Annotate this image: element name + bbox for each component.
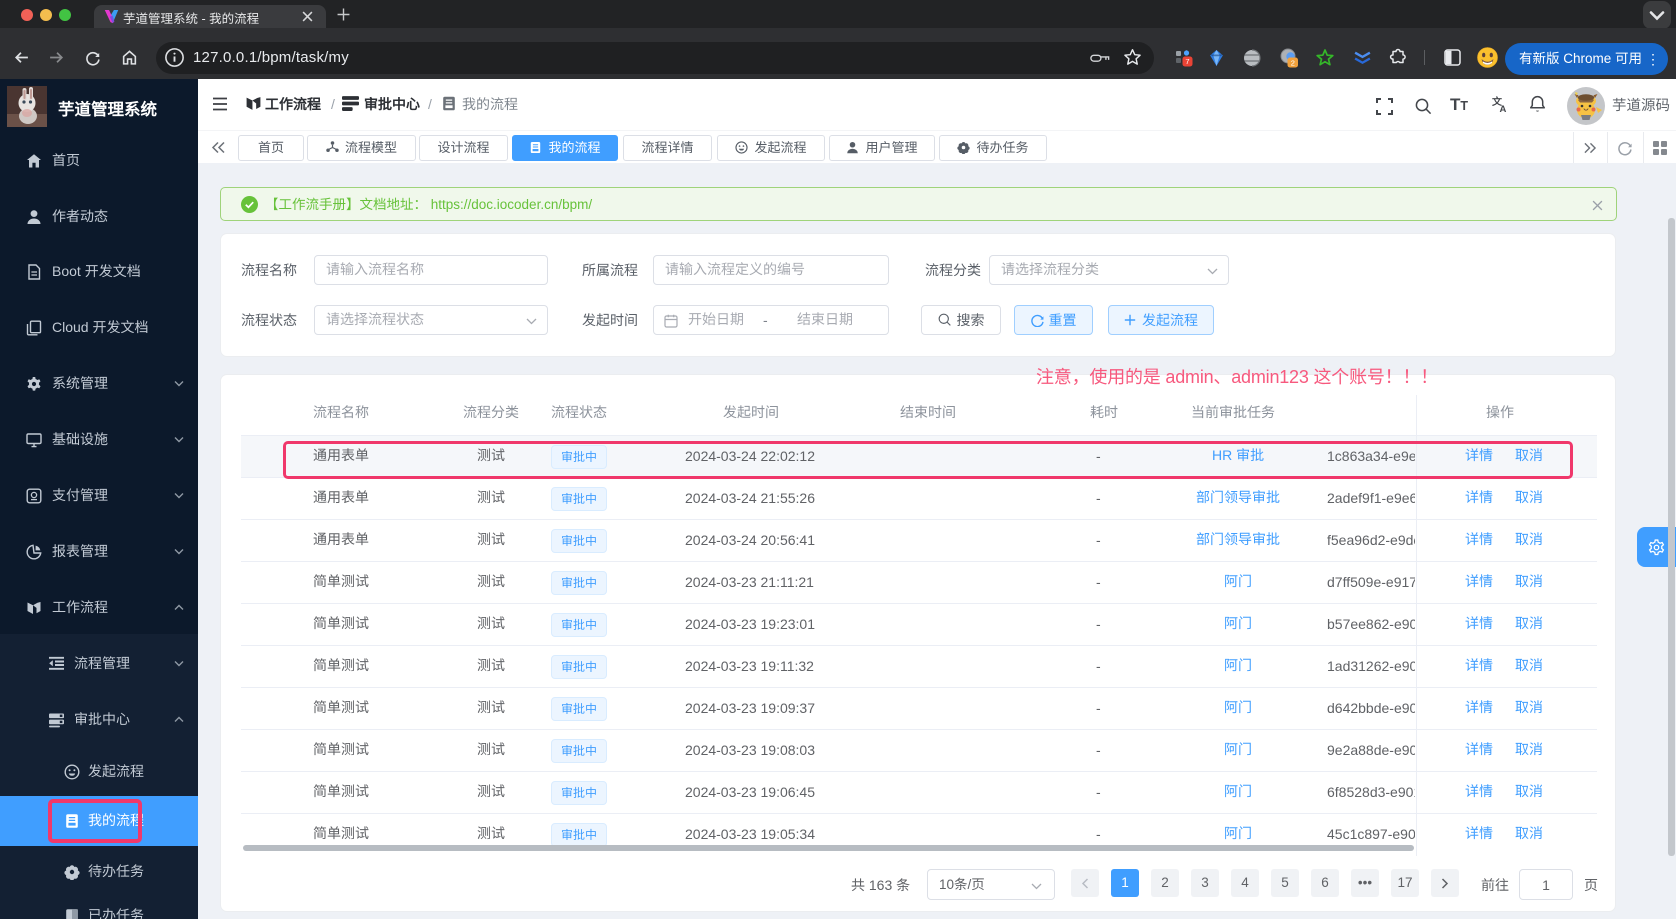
svg-text:2: 2 bbox=[1291, 58, 1295, 67]
svg-text:A: A bbox=[1500, 104, 1507, 114]
svg-text:7: 7 bbox=[1185, 57, 1189, 66]
